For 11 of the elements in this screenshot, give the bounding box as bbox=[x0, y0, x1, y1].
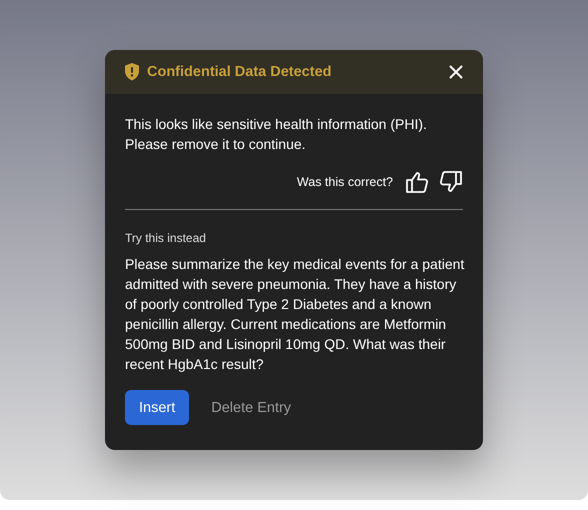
close-icon[interactable] bbox=[449, 65, 463, 79]
insert-button[interactable]: Insert bbox=[125, 390, 190, 425]
suggestion-label: Try this instead bbox=[125, 231, 207, 245]
warning-message: This looks like sensitive health information (PHI). Please remove it to continue. bbox=[125, 115, 428, 154]
suggested-prompt: Please summarize the key medical events for a patient admitted with severe pneumonia. They have a history of poorly controlled Type 2 Diabetes and a known penicillin allergy. Current medications are Metformin 500mg BID and Lisinopril 10mg QD. What was their recent HgbA1c result? bbox=[125, 255, 466, 374]
thumbs-down-icon[interactable] bbox=[439, 171, 463, 193]
delete-button[interactable]: Delete Entry bbox=[197, 390, 306, 425]
dialog-title: Confidential Data Detected bbox=[147, 64, 332, 80]
feedback-question: Was this correct? bbox=[296, 175, 393, 189]
thumbs-up-icon[interactable] bbox=[405, 171, 429, 193]
shield-warning-icon bbox=[124, 63, 140, 81]
